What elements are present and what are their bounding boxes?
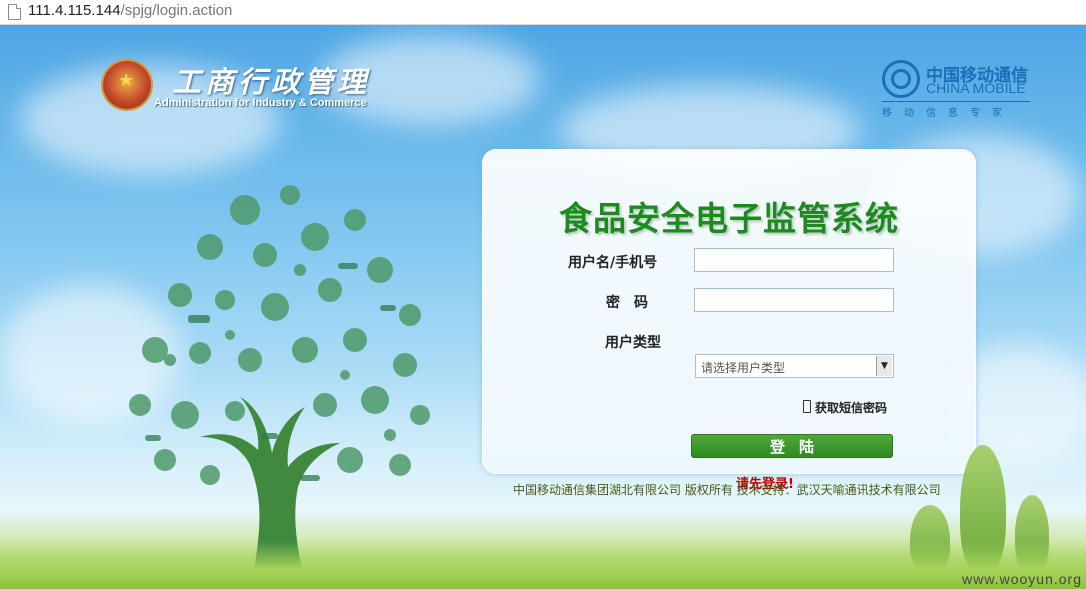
sms-password-text: 获取短信密码	[815, 401, 888, 415]
sms-password-link[interactable]: 获取短信密码	[803, 399, 887, 416]
login-panel: 食品安全电子监管系统 用户名/手机号 密 码 用户类型 请选择用户类型 ▼ 获取…	[482, 149, 976, 492]
watermark: www.wooyun.org	[962, 571, 1082, 587]
url-host: 111.4.115.144	[28, 2, 121, 19]
password-label: 密 码	[606, 295, 648, 311]
page-icon	[8, 4, 21, 20]
food-tree-illustration	[129, 185, 430, 589]
url-text[interactable]: 111.4.115.144/spjg/login.action	[28, 2, 232, 19]
brand-name-en: CHINA MOBILE	[926, 80, 1026, 96]
address-bar[interactable]: 111.4.115.144/spjg/login.action	[0, 0, 1086, 25]
usertype-selected-value: 请选择用户类型	[701, 361, 786, 375]
username-input[interactable]	[694, 248, 894, 272]
brand-divider	[882, 101, 1030, 102]
logo-title-cn: 工商行政管理	[172, 65, 371, 99]
footer-copyright: 中国移动通信集团湖北有限公司 版权所有 技术支持：武汉天喻通讯技术有限公司	[513, 483, 941, 497]
url-path: /spjg/login.action	[120, 2, 233, 19]
china-mobile-logo-icon	[882, 60, 920, 98]
brand-tagline: 移动信息专家	[882, 108, 1014, 119]
dropdown-arrow-icon[interactable]: ▼	[876, 356, 892, 376]
username-label: 用户名/手机号	[568, 255, 658, 271]
logo-title-en: Administration for Industry & Commerce	[154, 97, 367, 109]
usertype-select[interactable]: 请选择用户类型 ▼	[695, 354, 894, 378]
login-page: 工商行政管理 Administration for Industry & Com…	[0, 25, 1086, 589]
grass-ground	[0, 541, 1086, 589]
password-input[interactable]	[694, 288, 894, 312]
system-title: 食品安全电子监管系统	[559, 199, 899, 238]
national-emblem-logo	[103, 61, 151, 109]
phone-icon	[803, 400, 811, 413]
login-button[interactable]: 登陆	[691, 434, 893, 458]
usertype-label: 用户类型	[605, 335, 661, 351]
